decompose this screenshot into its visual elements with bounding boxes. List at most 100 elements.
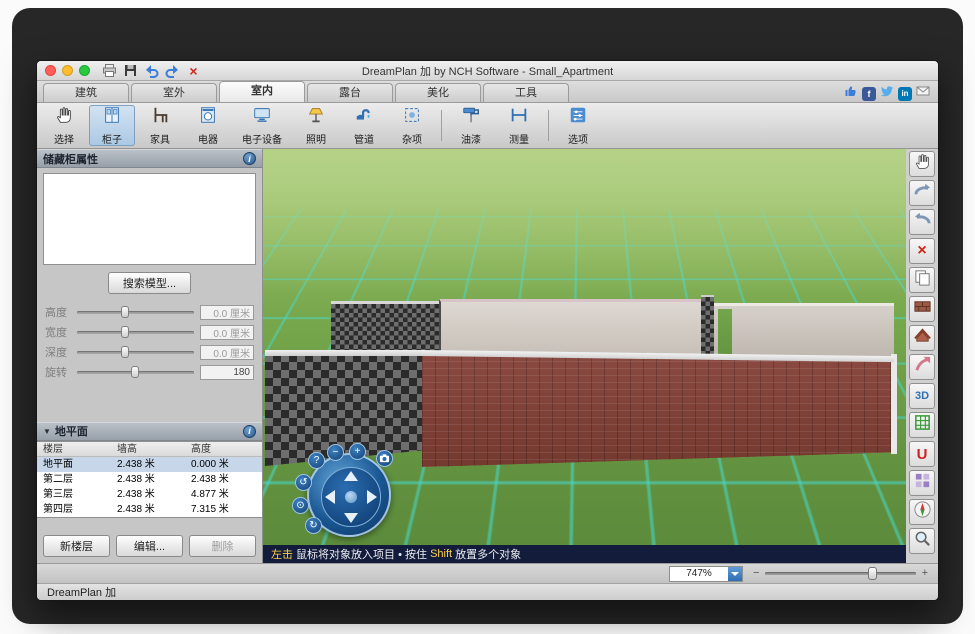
column-header[interactable]: 墙高: [111, 442, 185, 456]
look-around-button[interactable]: ⊙: [292, 497, 309, 514]
table-row[interactable]: 第三层 2.438 米 4.877 米: [37, 487, 262, 502]
depth-slider[interactable]: [77, 345, 194, 359]
edit-floor-button[interactable]: 编辑...: [116, 535, 183, 557]
zoom-slider-track[interactable]: [765, 567, 915, 580]
zoom-out-icon[interactable]: −: [753, 568, 759, 579]
tool-measure[interactable]: 测量: [496, 105, 542, 146]
linkedin-icon[interactable]: in: [898, 87, 912, 101]
rotation-slider[interactable]: [77, 365, 194, 379]
save-icon[interactable]: [123, 63, 138, 78]
twitter-icon[interactable]: [880, 84, 894, 103]
view-3d-button[interactable]: 3D: [909, 383, 935, 409]
delete-floor-button[interactable]: 删除: [189, 535, 256, 557]
tool-cabinets[interactable]: 柜子: [89, 105, 135, 146]
print-icon[interactable]: [102, 63, 117, 78]
email-icon[interactable]: [916, 84, 930, 103]
tool-appliances[interactable]: 电器: [185, 105, 231, 146]
minimize-button[interactable]: [62, 65, 73, 76]
table-row[interactable]: 第四层 2.438 米 7.315 米: [37, 502, 262, 517]
info-icon[interactable]: i: [243, 152, 256, 165]
zoom-in-icon[interactable]: +: [922, 568, 928, 579]
layout-grid-button[interactable]: [909, 470, 935, 496]
tab-building[interactable]: 建筑: [43, 83, 129, 102]
viewport-3d[interactable]: ? − + ↺ ⊙ ↻ 左击 鼠标将对象放入项目 • 按住 Shift 放置多个…: [263, 149, 906, 563]
tool-options[interactable]: 选项: [555, 105, 601, 146]
orbit-right-button[interactable]: [909, 209, 935, 235]
tool-paint[interactable]: 油漆: [448, 105, 494, 146]
zoom-slider-thumb[interactable]: [868, 567, 877, 580]
pan-joystick[interactable]: [321, 467, 381, 527]
compass-button[interactable]: [909, 499, 935, 525]
floors-panel-header[interactable]: ▼ 地平面 i: [37, 422, 262, 441]
tool-misc[interactable]: 杂项: [389, 105, 435, 146]
width-slider[interactable]: [77, 325, 194, 339]
magnet-icon: U: [917, 447, 928, 462]
orbit-left-button[interactable]: [909, 180, 935, 206]
info-icon[interactable]: i: [243, 425, 256, 438]
facebook-icon[interactable]: f: [862, 87, 876, 101]
height-slider[interactable]: [77, 305, 194, 319]
find-tool-button[interactable]: [909, 528, 935, 554]
delete-icon[interactable]: ×: [186, 63, 201, 78]
pan-up-arrow-icon[interactable]: [344, 471, 358, 481]
rotate-cw-button[interactable]: ↻: [305, 517, 322, 534]
width-value-field[interactable]: [200, 325, 254, 340]
interior-wall: [714, 303, 894, 360]
3d-icon: 3D: [915, 391, 929, 402]
rotation-value-field[interactable]: [200, 365, 254, 380]
close-button[interactable]: [45, 65, 56, 76]
rotate-ccw-button[interactable]: ↺: [295, 474, 312, 491]
zoom-in-button[interactable]: +: [349, 443, 366, 460]
tab-indoor[interactable]: 室内: [219, 81, 305, 102]
slider-thumb[interactable]: [121, 326, 129, 338]
pan-left-arrow-icon[interactable]: [325, 490, 335, 504]
tool-plumbing[interactable]: 管道: [341, 105, 387, 146]
delete-object-button[interactable]: ×: [909, 238, 935, 264]
hint-key: Shift: [430, 548, 452, 560]
zoom-out-button[interactable]: −: [327, 444, 344, 461]
copy-button[interactable]: [909, 267, 935, 293]
curved-arrow-icon: [913, 181, 932, 205]
tab-outdoor[interactable]: 室外: [131, 83, 217, 102]
tab-tools[interactable]: 工具: [483, 83, 569, 102]
camera-button[interactable]: [376, 450, 393, 467]
tool-lighting[interactable]: 照明: [293, 105, 339, 146]
interior-partition-wall: [701, 295, 714, 357]
dropdown-arrow-icon[interactable]: [728, 567, 742, 581]
tab-landscaping[interactable]: 美化: [395, 83, 481, 102]
redo-icon[interactable]: [165, 63, 180, 78]
depth-value-field[interactable]: [200, 345, 254, 360]
tool-furniture[interactable]: 家具: [137, 105, 183, 146]
wall-height: 2.438 米: [111, 502, 185, 517]
search-models-button[interactable]: 搜索模型...: [108, 272, 191, 294]
undo-icon[interactable]: [144, 63, 159, 78]
pan-tool-button[interactable]: [909, 151, 935, 177]
slider-label: 旋转: [45, 364, 71, 380]
pan-right-arrow-icon[interactable]: [367, 490, 377, 504]
slider-thumb[interactable]: [131, 366, 139, 378]
grid-toggle-button[interactable]: [909, 412, 935, 438]
material-tool-button[interactable]: [909, 354, 935, 380]
maximize-button[interactable]: [79, 65, 90, 76]
table-row[interactable]: 地平面 2.438 米 0.000 米: [37, 457, 262, 472]
main-toolbar: 选择 柜子 家具 电器: [37, 103, 938, 149]
zoom-level-dropdown[interactable]: 747%: [669, 566, 743, 582]
column-header[interactable]: 高度: [185, 442, 259, 456]
wall-tool-button[interactable]: [909, 296, 935, 322]
pan-down-arrow-icon[interactable]: [344, 513, 358, 523]
tool-electronics[interactable]: 电子设备: [233, 105, 291, 146]
like-icon[interactable]: [844, 84, 858, 103]
column-header[interactable]: 楼层: [37, 442, 111, 456]
joystick-center[interactable]: [345, 491, 357, 503]
table-row[interactable]: 第二层 2.438 米 2.438 米: [37, 472, 262, 487]
roof-tool-button[interactable]: [909, 325, 935, 351]
slider-thumb[interactable]: [121, 346, 129, 358]
new-floor-button[interactable]: 新楼层: [43, 535, 110, 557]
snap-toggle-button[interactable]: U: [909, 441, 935, 467]
help-button[interactable]: ?: [308, 452, 325, 469]
height-value-field[interactable]: [200, 305, 254, 320]
tab-deck[interactable]: 露台: [307, 83, 393, 102]
chevron-down-icon: ▼: [43, 427, 51, 436]
tool-select[interactable]: 选择: [41, 105, 87, 146]
slider-thumb[interactable]: [121, 306, 129, 318]
